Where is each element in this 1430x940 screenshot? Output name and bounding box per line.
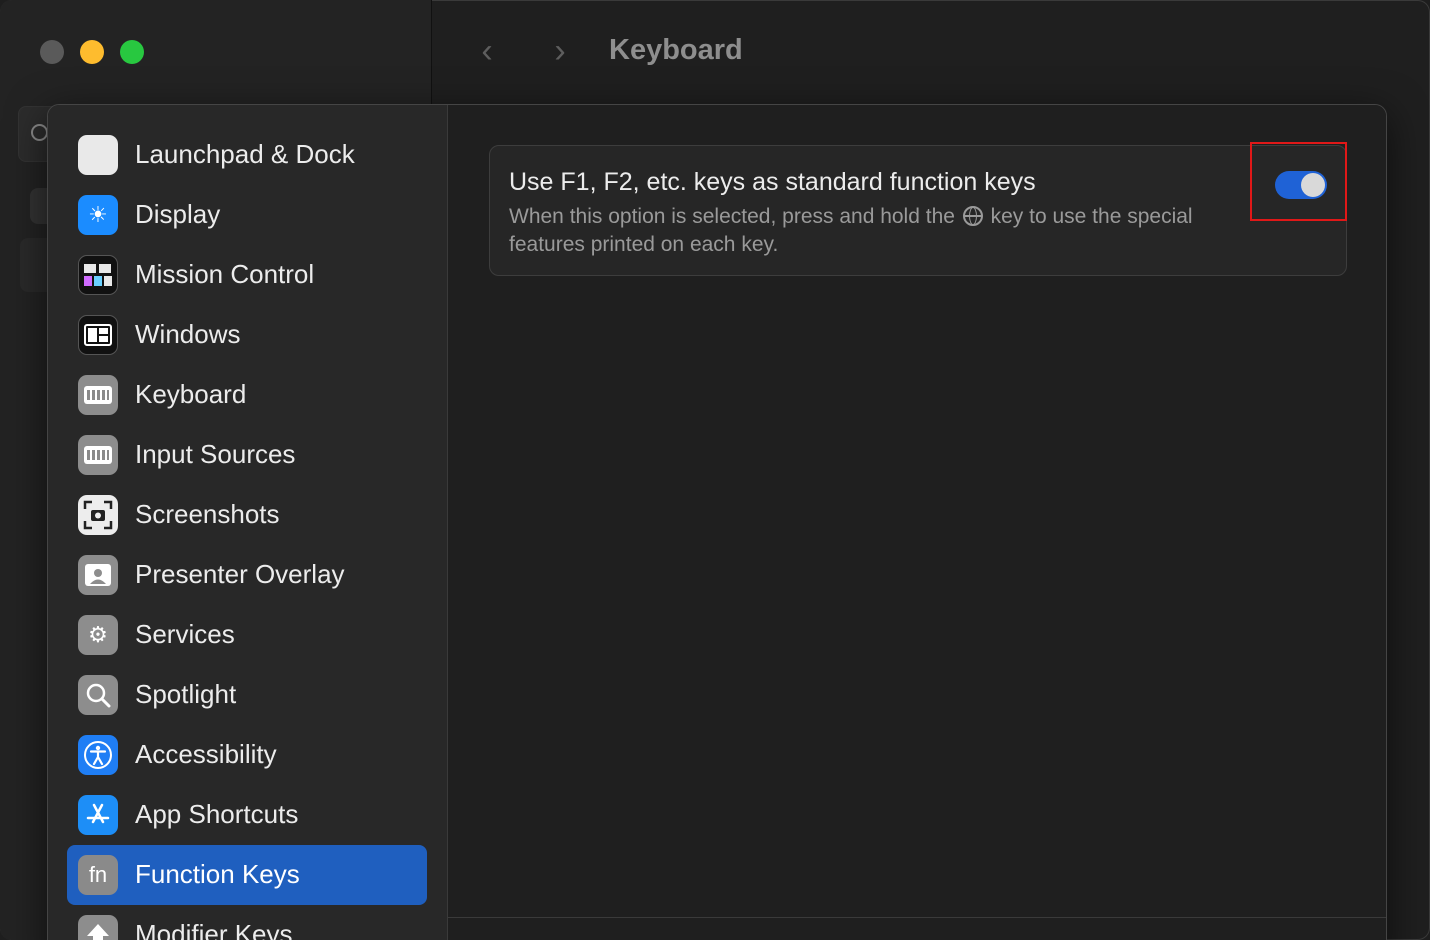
sidebar-item-label: Screenshots [135,499,280,529]
sidebar-item-windows[interactable]: Windows [67,305,427,365]
sidebar-item-screenshots[interactable]: Screenshots [67,485,427,545]
back-button[interactable]: ‹ [472,34,502,68]
search-icon [31,124,48,141]
minimize-button[interactable] [80,40,104,64]
option-description-start: When this option is selected, press and … [509,205,955,228]
window-title: Keyboard [609,34,743,66]
sidebar-item-accessibility[interactable]: Accessibility [67,725,427,785]
launchpad-dock-icon [78,135,118,175]
fn-icon: fn [78,855,118,895]
sidebar-item-label: App Shortcuts [135,799,299,829]
spotlight-icon [78,675,118,715]
sidebar-item-label: Input Sources [135,439,296,469]
accessibility-icon [78,735,118,775]
function-keys-option-card: Use F1, F2, etc. keys as standard functi… [489,145,1347,276]
highlight-annotation [1250,142,1347,221]
windows-icon [78,315,118,355]
keyboard-shortcuts-sheet: Launchpad & Dock ☀ Display Mission Contr… [47,104,1387,940]
modifier-keys-icon [78,915,118,940]
sidebar-item-label: Spotlight [135,679,237,709]
globe-icon [962,206,983,226]
sidebar-item-mission-control[interactable]: Mission Control [67,245,427,305]
option-description: When this option is selected, press and … [509,203,1229,259]
screenshots-icon [78,495,118,535]
services-icon: ⚙ [78,615,118,655]
sidebar-item-spotlight[interactable]: Spotlight [67,665,427,725]
shortcuts-sidebar: Launchpad & Dock ☀ Display Mission Contr… [48,105,448,940]
app-shortcuts-icon [78,795,118,835]
option-title: Use F1, F2, etc. keys as standard functi… [509,168,1036,196]
sidebar-item-label: Modifier Keys [135,919,293,940]
sidebar-item-label: Mission Control [135,259,315,289]
input-sources-icon [78,435,118,475]
sidebar-item-presenter-overlay[interactable]: Presenter Overlay [67,545,427,605]
keyboard-icon [78,375,118,415]
sidebar-item-label: Services [135,619,235,649]
system-settings-window: ‹ › Keyboard Launchpad & Dock ☀ Display [0,0,1430,940]
sidebar-item-label: Accessibility [135,739,277,769]
sidebar-item-launchpad-dock[interactable]: Launchpad & Dock [67,125,427,185]
sidebar-item-label: Presenter Overlay [135,559,345,589]
sidebar-item-label: Keyboard [135,379,247,409]
close-button[interactable] [40,40,64,64]
presenter-overlay-icon [78,555,118,595]
forward-button[interactable]: › [545,34,575,68]
sidebar-item-function-keys[interactable]: fn Function Keys [67,845,427,905]
zoom-button[interactable] [120,40,144,64]
sidebar-item-input-sources[interactable]: Input Sources [67,425,427,485]
sidebar-item-modifier-keys[interactable]: Modifier Keys [67,905,427,940]
sidebar-item-label: Function Keys [135,859,300,889]
display-icon: ☀ [78,195,118,235]
sidebar-item-app-shortcuts[interactable]: App Shortcuts [67,785,427,845]
sidebar-item-display[interactable]: ☀ Display [67,185,427,245]
mission-control-icon [78,255,118,295]
sidebar-item-label: Windows [135,319,241,349]
footer-divider [448,917,1386,918]
sidebar-item-keyboard[interactable]: Keyboard [67,365,427,425]
sidebar-item-label: Launchpad & Dock [135,139,355,169]
sidebar-item-services[interactable]: ⚙ Services [67,605,427,665]
sidebar-item-label: Display [135,199,221,229]
